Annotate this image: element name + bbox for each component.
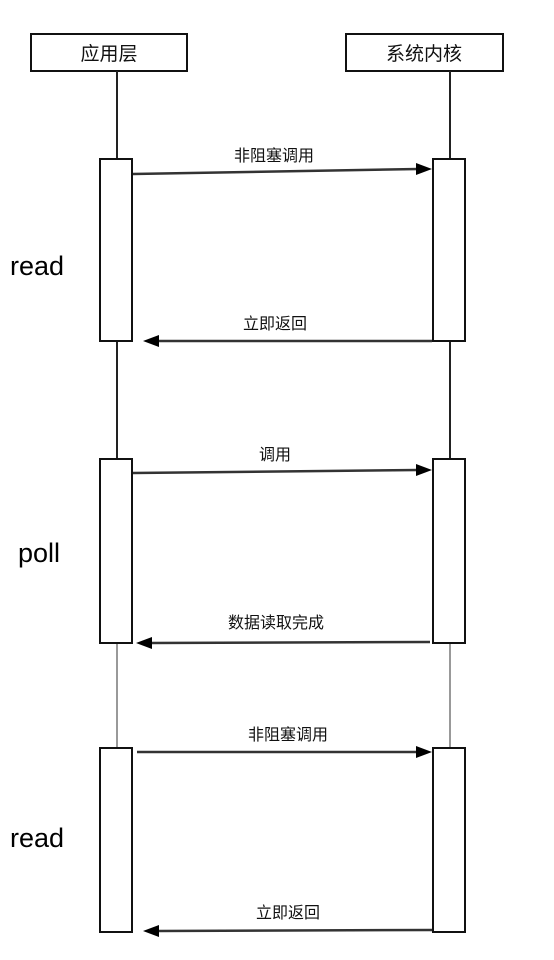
app-activation-1 xyxy=(99,158,133,342)
app-activation-2 xyxy=(99,458,133,644)
app-activation-3 xyxy=(99,747,133,933)
arrowhead-right-icon xyxy=(416,746,432,758)
phase-label-read: read xyxy=(10,251,64,281)
participant-kernel: 系统内核 xyxy=(345,33,504,72)
message-2: 立即返回 xyxy=(143,314,432,347)
message-4: 数据读取完成 xyxy=(136,613,431,649)
message-label: 调用 xyxy=(259,445,291,464)
kernel-activation-2 xyxy=(432,458,466,644)
participant-app-label: 应用层 xyxy=(80,43,137,65)
message-label: 非阻塞调用 xyxy=(248,725,328,744)
message-label: 数据读取完成 xyxy=(228,613,324,632)
message-arrow-line xyxy=(149,640,431,645)
message-arrow-line xyxy=(132,167,419,176)
sequence-diagram: 应用层 系统内核 read poll read 非阻塞调用 立即返回 调用 数据… xyxy=(10,33,504,937)
kernel-activation-1 xyxy=(432,158,466,342)
message-5: 非阻塞调用 xyxy=(137,725,432,758)
phase-label-read: read xyxy=(10,823,64,853)
message-1: 非阻塞调用 xyxy=(132,146,432,176)
message-arrow-line xyxy=(157,928,433,933)
kernel-activation-3 xyxy=(432,747,466,933)
message-6: 立即返回 xyxy=(143,903,433,937)
participant-kernel-label: 系统内核 xyxy=(386,43,462,65)
message-arrow-line xyxy=(132,468,419,475)
participant-app: 应用层 xyxy=(30,33,188,72)
phase-label-poll: poll xyxy=(18,538,60,568)
message-label: 立即返回 xyxy=(256,903,320,922)
message-label: 立即返回 xyxy=(243,314,307,333)
message-label: 非阻塞调用 xyxy=(234,146,314,165)
arrowhead-left-icon xyxy=(143,925,159,937)
arrowhead-right-icon xyxy=(416,163,432,175)
message-3: 调用 xyxy=(132,445,432,476)
arrowhead-left-icon xyxy=(143,335,159,347)
arrowhead-right-icon xyxy=(416,464,432,476)
arrowhead-left-icon xyxy=(136,637,152,649)
